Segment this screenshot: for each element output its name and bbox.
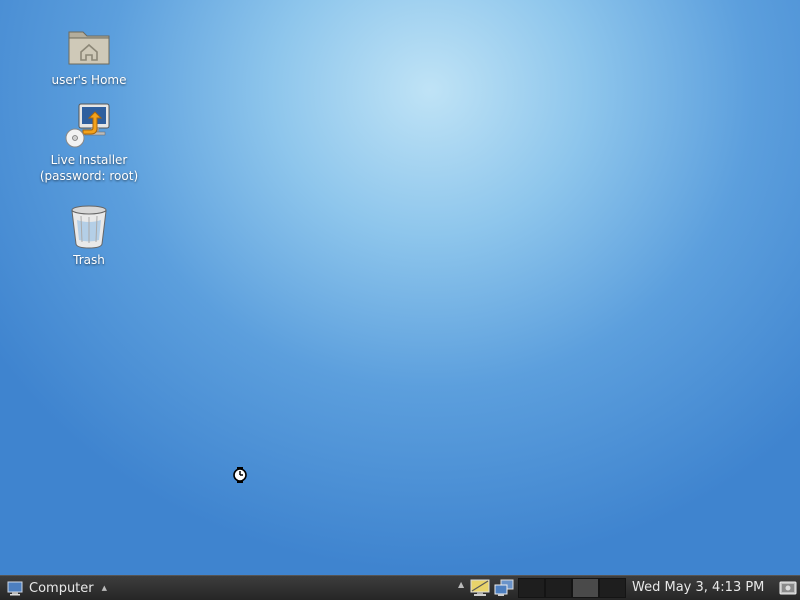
- desktop[interactable]: user's Home Live Installer (password: ro…: [0, 0, 800, 575]
- taskbar: Computer ▲ ▲ Wed May 3, 4:13 PM: [0, 575, 800, 600]
- workspace-4[interactable]: [599, 578, 626, 598]
- clock[interactable]: Wed May 3, 4:13 PM: [632, 580, 764, 595]
- desktop-icon-label: user's Home: [51, 73, 127, 87]
- installer-icon: [65, 103, 110, 148]
- show-desktop-icon[interactable]: [779, 579, 797, 597]
- workspace-1[interactable]: [518, 578, 545, 598]
- busy-cursor-icon: [233, 467, 247, 483]
- computer-menu-label: Computer: [29, 580, 94, 596]
- computer-icon: [7, 581, 23, 595]
- desktop-icon-trash[interactable]: Trash: [29, 202, 149, 268]
- workspace-2[interactable]: [545, 578, 572, 598]
- trash-icon: [71, 205, 107, 249]
- network-icon[interactable]: [494, 579, 514, 597]
- desktop-icon-label: Trash: [73, 253, 105, 267]
- workspace-3-active[interactable]: [572, 578, 599, 598]
- desktop-icon-live-installer[interactable]: Live Installer (password: root): [29, 102, 149, 184]
- menu-arrow-icon: ▲: [101, 584, 108, 592]
- home-folder-icon: [68, 31, 110, 65]
- display-settings-icon[interactable]: [470, 579, 490, 597]
- computer-menu-button[interactable]: Computer ▲: [3, 578, 111, 598]
- desktop-icon-home[interactable]: user's Home: [29, 22, 149, 88]
- desktop-icon-label: Live Installer (password: root): [39, 153, 139, 183]
- tray-expand-icon[interactable]: ▲: [458, 580, 464, 589]
